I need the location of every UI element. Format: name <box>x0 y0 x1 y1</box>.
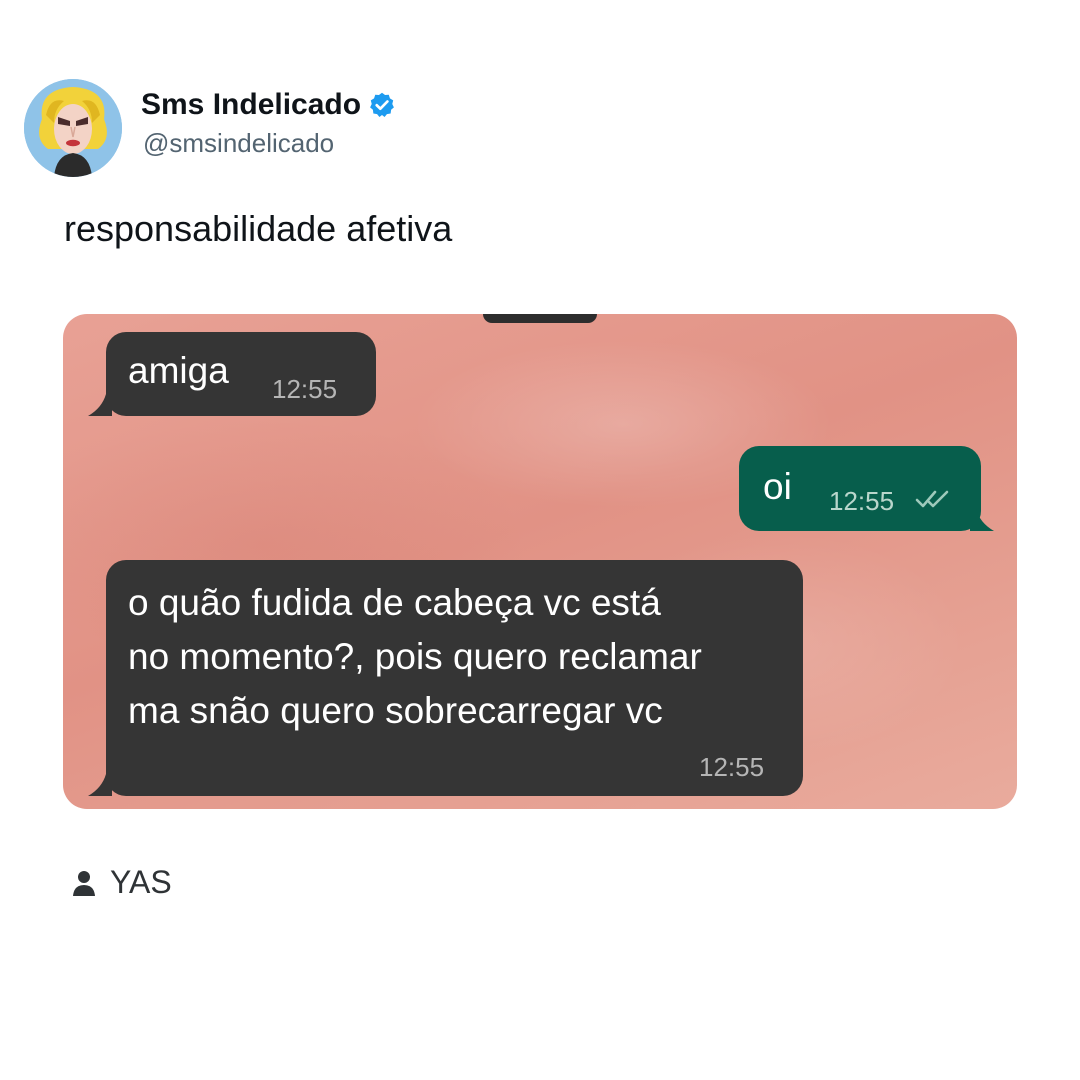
display-name[interactable]: Sms Indelicado <box>141 88 396 122</box>
bubble-tail-shape <box>970 509 994 531</box>
message-text-line: ma snão quero sobrecarregar vc <box>128 690 663 731</box>
message-text-line: no momento?, pois quero reclamar <box>128 636 702 677</box>
verified-badge-icon <box>370 92 394 118</box>
chat-message-incoming: amiga 12:55 <box>106 332 376 416</box>
chat-message-outgoing: oi 12:55 <box>739 446 981 531</box>
person-icon <box>73 870 95 896</box>
message-text: amiga <box>128 350 229 391</box>
chat-screenshot-image[interactable]: amiga 12:55 oi 12:55 o quão fudida de ca… <box>63 314 1017 809</box>
double-check-icon <box>915 490 949 508</box>
screenshot-top-notch <box>483 314 597 323</box>
chat-message-incoming: o quão fudida de cabeça vc está no momen… <box>106 560 803 796</box>
post-text: responsabilidade afetiva <box>64 208 453 249</box>
message-time: 12:55 <box>272 374 338 404</box>
credit-label: YAS <box>110 864 172 900</box>
avatar[interactable] <box>24 79 122 177</box>
post-page: Sms Indelicado @smsindelicado responsabi… <box>0 0 1080 1080</box>
bubble-tail-shape <box>88 774 112 796</box>
message-text-line: o quão fudida de cabeça vc está <box>128 582 661 623</box>
message-time: 12:55 <box>699 752 765 782</box>
message-time: 12:55 <box>829 486 895 516</box>
credit: YAS <box>72 864 172 901</box>
bubble-tail-shape <box>88 394 112 416</box>
avatar-portrait-image <box>24 79 122 177</box>
user-handle[interactable]: @smsindelicado <box>143 128 334 159</box>
message-text: oi <box>763 466 792 507</box>
display-name-text: Sms Indelicado <box>141 88 362 121</box>
